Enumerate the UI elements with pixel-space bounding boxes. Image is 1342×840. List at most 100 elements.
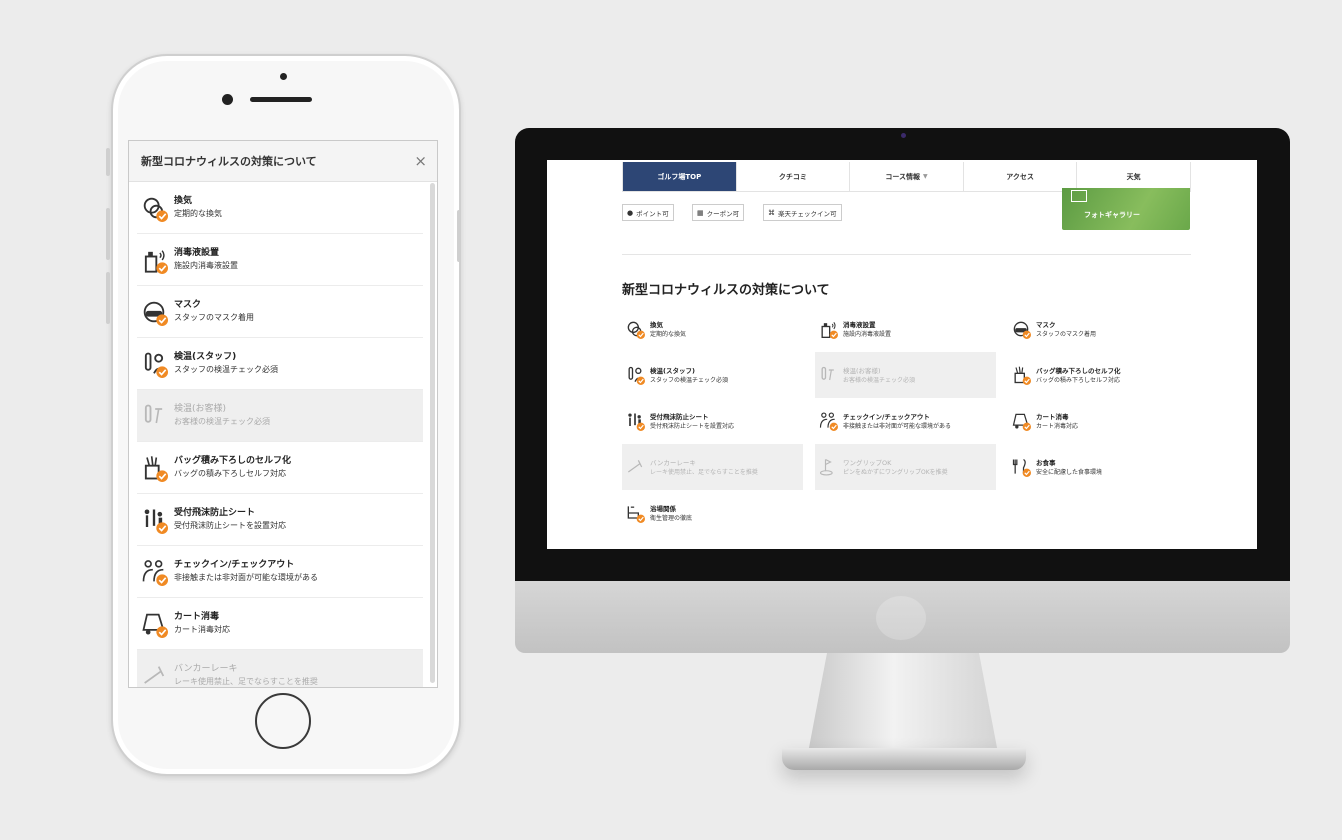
divider [622, 254, 1191, 255]
measure-item: バッグ積み下ろしのセルフ化 バッグの積み下ろしセルフ対応 [1008, 352, 1189, 398]
measure-item: 検温(お客様) お客様の検温チェック必須 [137, 390, 423, 442]
photo-gallery-button[interactable]: フォトギャラリー [1062, 188, 1190, 230]
golf-bag-icon [140, 454, 168, 482]
measure-title: 浴場関係 [650, 504, 676, 513]
measure-description: 施設内消毒液設置 [843, 330, 892, 338]
measure-item: 浴場関係 衛生管理の徹底 [622, 490, 803, 536]
measure-title: 消毒液設置 [174, 248, 220, 258]
measure-title: 換気 [174, 196, 193, 206]
badge-label: 楽天チェックイン可 [778, 209, 837, 218]
measure-title: バッグ積み下ろしのセルフ化 [1036, 366, 1121, 375]
badge-label: ポイント可 [636, 209, 669, 218]
measure-description: バッグの積み下ろしセルフ対応 [174, 469, 286, 478]
badge-label: クーポン可 [706, 209, 740, 218]
desktop-screen: ゴルフ場TOP クチコミ コース情報 ▼ アクセス 天気 ● ポイント可 ▦ クーポン可 ⌘ 楽天チ… [547, 160, 1257, 549]
nav-tab-label: クチコミ [778, 172, 807, 181]
measure-title: 換気 [650, 320, 663, 329]
measure-title: お食事 [1036, 458, 1056, 467]
nav-tab-label: アクセス [1006, 172, 1034, 181]
phone-volume-down-button [106, 272, 110, 324]
badge-icon: ▦ [697, 208, 704, 217]
feature-badge: ▦ クーポン可 [692, 204, 745, 221]
nav-tab[interactable]: クチコミ [735, 162, 850, 191]
measure-item: 受付飛沫防止シート 受付飛沫防止シートを設置対応 [137, 494, 423, 546]
flag-pin-icon [818, 457, 838, 477]
thermometer-staff-icon [625, 365, 645, 385]
sanitizer-icon [818, 319, 838, 339]
measure-item: マスク スタッフのマスク着用 [137, 286, 423, 338]
measure-item: お食事 安全に配慮した食事環境 [1008, 444, 1189, 490]
measure-item: 換気 定期的な換気 [622, 306, 803, 352]
measure-title: 検温(お客様) [174, 404, 227, 414]
measure-description: スタッフの検温チェック必須 [174, 365, 278, 374]
nav-tab-label: 天気 [1126, 172, 1141, 181]
nav-tab[interactable]: コース情報 ▼ [849, 162, 963, 191]
measure-title: バンカーレーキ [650, 458, 696, 467]
measure-description: 施設内消毒液設置 [174, 261, 238, 270]
measure-description: カート消毒対応 [1036, 422, 1079, 430]
measure-item: 検温(スタッフ) スタッフの検温チェック必須 [137, 338, 423, 390]
measure-item: カート消毒 カート消毒対応 [1008, 398, 1189, 444]
close-icon[interactable]: × [414, 152, 427, 170]
measure-description: 定期的な換気 [174, 209, 222, 218]
contactless-icon [140, 558, 168, 586]
measure-item: 検温(お客様) お客様の検温チェック必須 [815, 352, 996, 398]
measure-item: 受付飛沫防止シート 受付飛沫防止シートを設置対応 [622, 398, 803, 444]
measure-item: マスク スタッフのマスク着用 [1008, 306, 1189, 352]
phone-volume-up-button [106, 208, 110, 260]
measure-title: マスク [1036, 320, 1056, 329]
measure-description: レーキ使用禁止、足でならすことを推奨 [650, 468, 758, 476]
section-title: 新型コロナウィルスの対策について [622, 283, 830, 298]
rake-icon [625, 457, 645, 477]
measure-item: バッグ積み下ろしのセルフ化 バッグの積み下ろしセルフ対応 [137, 442, 423, 494]
ventilation-icon [625, 319, 645, 339]
scrollbar[interactable] [430, 183, 435, 683]
golf-bag-icon [1011, 365, 1031, 385]
chevron-down-icon: ▼ [923, 173, 928, 180]
nav-tab[interactable]: 天気 [1076, 162, 1190, 191]
sanitizer-icon [140, 246, 168, 274]
ventilation-icon [140, 194, 168, 222]
measure-title: 受付飛沫防止シート [174, 508, 256, 518]
measure-title: チェックイン/チェックアウト [843, 412, 930, 421]
mobile-screen: 新型コロナウィルスの対策について × 換気 定期的な換気 消毒液設置 施設内消毒… [128, 140, 438, 688]
measure-description: スタッフのマスク着用 [1036, 330, 1097, 338]
measure-title: バッグ積み下ろしのセルフ化 [174, 456, 292, 466]
phone-speaker [250, 97, 312, 102]
feature-badge: ⌘ 楽天チェックイン可 [763, 204, 842, 221]
measure-description: スタッフのマスク着用 [174, 313, 254, 322]
measure-title: カート消毒 [174, 612, 220, 622]
measure-title: 消毒液設置 [843, 320, 876, 329]
measure-description: カート消毒対応 [174, 625, 230, 634]
thermometer-staff-icon [140, 350, 168, 378]
measure-item: ワングリップOK ピンをぬかずにワングリップOKを推奨 [815, 444, 996, 490]
measure-item: 消毒液設置 施設内消毒液設置 [815, 306, 996, 352]
measure-title: ワングリップOK [843, 458, 892, 467]
imac-stand-base [782, 748, 1026, 770]
photo-icon [1071, 190, 1087, 202]
measure-description: 非接触または非対面が可能な環境がある [843, 422, 952, 430]
reception-shield-icon [140, 506, 168, 534]
modal-header: 新型コロナウィルスの対策について × [129, 141, 437, 182]
measure-item: バンカーレーキ レーキ使用禁止、足でならすことを推奨 [137, 650, 423, 687]
photo-gallery-label: フォトギャラリー [1084, 211, 1140, 219]
imac-camera [901, 133, 906, 138]
cart-icon [1011, 411, 1031, 431]
measure-title: 検温(お客様) [843, 366, 881, 375]
measure-description: ピンをぬかずにワングリップOKを推奨 [843, 468, 948, 476]
phone-mute-switch [106, 148, 110, 176]
covid-measure-list: 換気 定期的な換気 消毒液設置 施設内消毒液設置 マスク スタッフのマスク着用 … [129, 182, 437, 687]
badge-icon: ⌘ [768, 208, 775, 217]
measure-description: 安全に配慮した食事環境 [1036, 468, 1103, 476]
measure-title: カート消毒 [1036, 412, 1069, 421]
nav-tab[interactable]: ゴルフ場TOP [623, 162, 736, 191]
phone-power-button [457, 210, 461, 262]
nav-tab[interactable]: アクセス [962, 162, 1077, 191]
phone-home-button[interactable] [255, 693, 311, 749]
measure-item: カート消毒 カート消毒対応 [137, 598, 423, 650]
measure-title: 検温(スタッフ) [650, 366, 695, 375]
measure-description: スタッフの検温チェック必須 [650, 376, 729, 384]
measure-title: 検温(スタッフ) [174, 352, 237, 362]
badge-icon: ● [627, 208, 634, 217]
bath-icon [625, 503, 645, 523]
